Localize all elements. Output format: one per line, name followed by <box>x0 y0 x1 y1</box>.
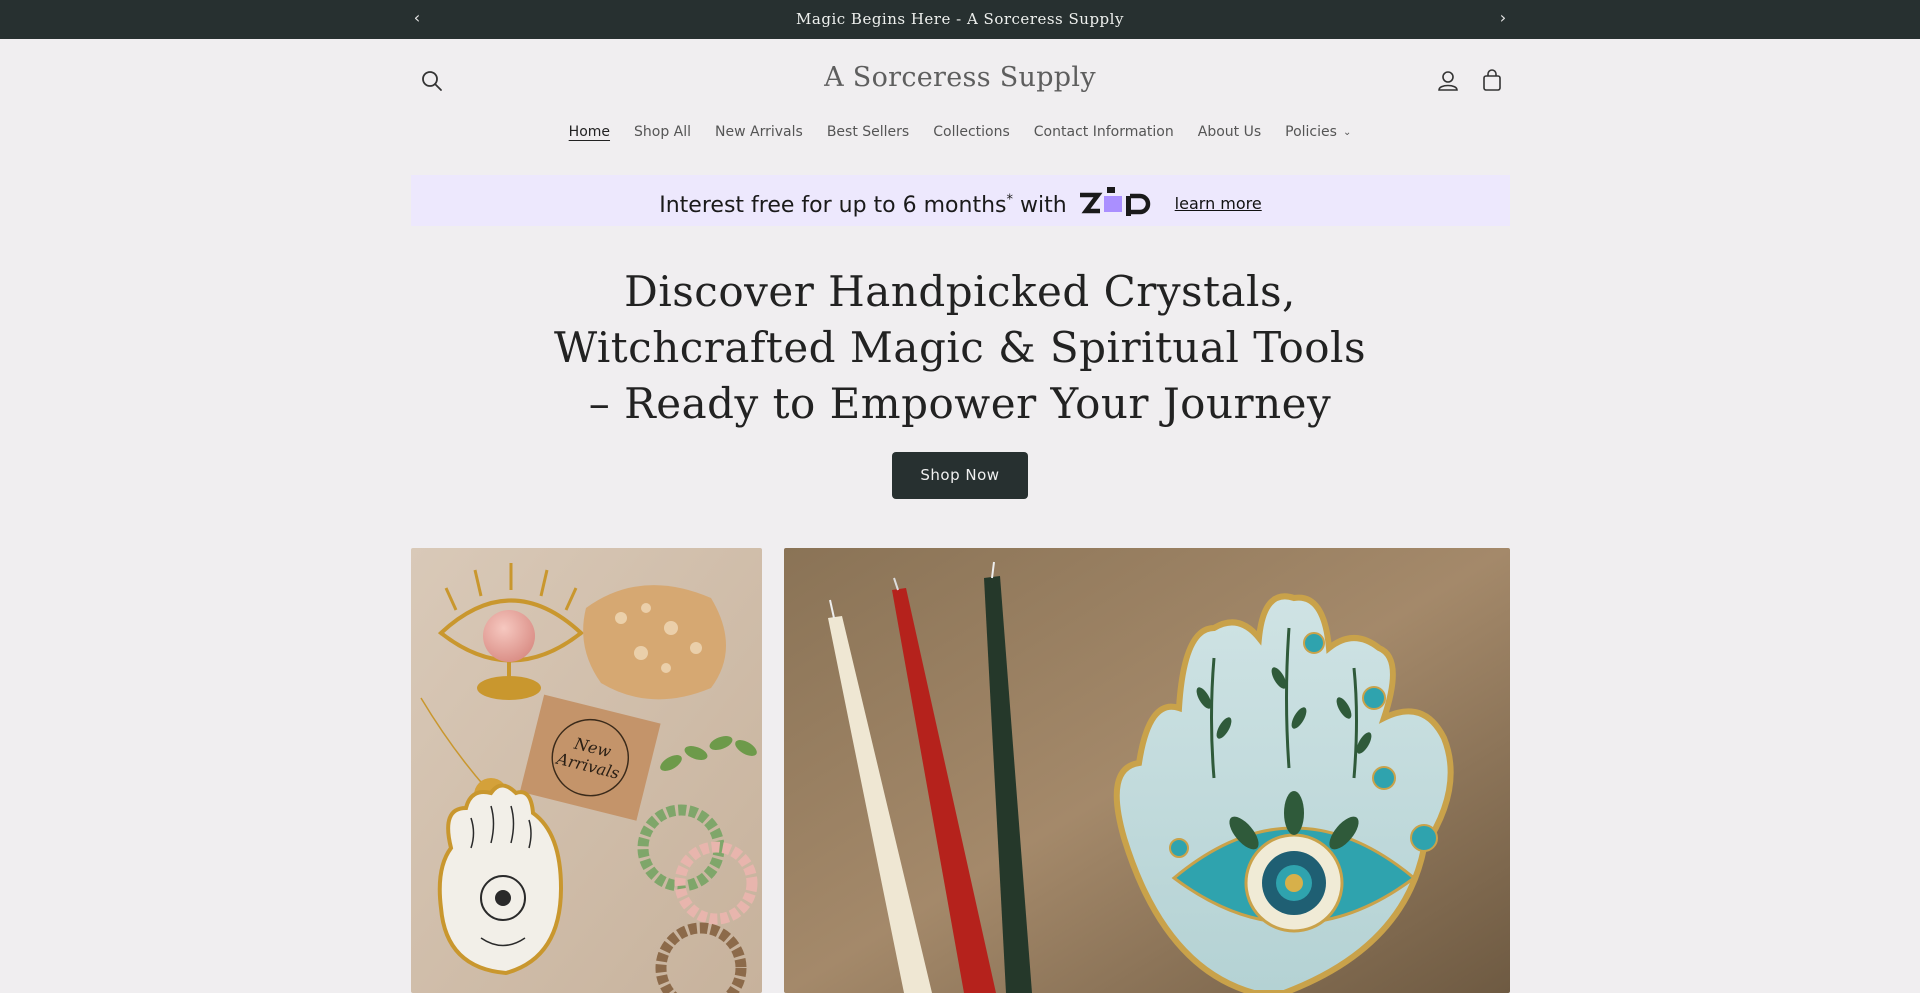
zip-promo-banner: Interest free for up to 6 months* with l… <box>411 175 1510 226</box>
nav-item-collections[interactable]: Collections <box>921 124 1022 140</box>
announcement-message: Magic Begins Here - A Sorceress Supply <box>796 10 1124 28</box>
new-arrivals-image: 888 New Arrivals <box>411 548 762 993</box>
candles-hamsa-image <box>784 548 1510 993</box>
hero-title-line-1: Discover Handpicked Crystals, <box>624 267 1296 316</box>
collection-tile-right[interactable] <box>784 548 1510 993</box>
collection-tile-left[interactable]: 888 New Arrivals <box>411 548 762 993</box>
zip-learn-more-link[interactable]: learn more <box>1175 194 1262 213</box>
nav-item-contact-information[interactable]: Contact Information <box>1022 124 1186 140</box>
announcement-bar: ‹ Magic Begins Here - A Sorceress Supply… <box>0 0 1920 39</box>
zip-asterisk: * <box>1006 192 1013 208</box>
chevron-right-icon[interactable]: › <box>1493 9 1513 29</box>
hero-title-line-3: – Ready to Empower Your Journey <box>588 379 1332 428</box>
cart-icon[interactable] <box>1477 66 1507 96</box>
account-icon[interactable] <box>1433 66 1463 96</box>
nav-item-home[interactable]: Home <box>557 124 622 140</box>
nav-item-policies[interactable]: Policies ⌄ <box>1273 124 1363 140</box>
chevron-down-icon: ⌄ <box>1342 127 1352 138</box>
hero-title: Discover Handpicked Crystals, Witchcraft… <box>460 264 1460 432</box>
store-logo[interactable]: A Sorceress Supply <box>0 62 1920 93</box>
shop-now-button[interactable]: Shop Now <box>892 452 1028 499</box>
zip-with-text: with <box>1019 193 1067 218</box>
nav-item-new-arrivals[interactable]: New Arrivals <box>703 124 815 140</box>
nav-item-shop-all[interactable]: Shop All <box>622 124 703 140</box>
nav-item-about-us[interactable]: About Us <box>1186 124 1273 140</box>
main-nav: Home Shop All New Arrivals Best Sellers … <box>0 124 1920 140</box>
zip-logo <box>1078 187 1152 223</box>
hero-title-line-2: Witchcrafted Magic & Spiritual Tools <box>553 323 1367 372</box>
zip-promo-text: Interest free for up to 6 months <box>659 193 1007 218</box>
nav-item-best-sellers[interactable]: Best Sellers <box>815 124 921 140</box>
nav-item-policies-label: Policies <box>1285 124 1337 140</box>
